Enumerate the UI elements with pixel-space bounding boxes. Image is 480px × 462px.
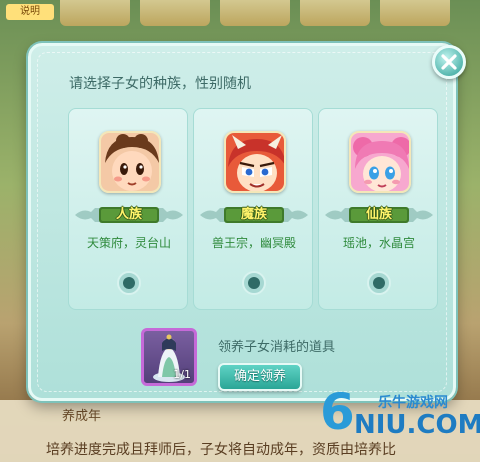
background-tab: [140, 0, 210, 26]
race-radio-demon[interactable]: [242, 271, 266, 295]
radio-dot: [373, 277, 385, 289]
radio-dot: [123, 277, 135, 289]
race-card-human[interactable]: 人族 天策府，灵台山: [68, 108, 188, 310]
race-location: 天策府，灵台山: [86, 236, 171, 250]
race-ribbon: 仙族: [325, 204, 433, 226]
immortal-child-avatar: [349, 131, 411, 193]
adoption-item-slot[interactable]: 1/1: [141, 328, 197, 386]
background-caption: 养成年: [62, 409, 102, 424]
background-tabs: [0, 0, 480, 40]
race-ribbon: 魔族: [200, 204, 308, 226]
background-tab: [380, 0, 450, 26]
background-tab: [300, 0, 370, 26]
race-location: 瑶池，水晶宫: [342, 236, 415, 250]
watermark-cn: 乐牛游戏网: [378, 395, 448, 411]
item-description: 领养子女消耗的道具: [218, 340, 336, 355]
item-count: 1/1: [173, 368, 191, 381]
race-card-immortal[interactable]: 仙族 瑶池，水晶宫: [318, 108, 438, 310]
race-cards: 人族 天策府，灵台山 魔族 兽王宗，幽冥殿 仙族 瑶池，水晶宫: [68, 108, 438, 310]
race-name: 仙族: [365, 207, 392, 222]
race-radio-immortal[interactable]: [367, 271, 391, 295]
close-button[interactable]: [432, 45, 466, 79]
radio-dot: [248, 277, 260, 289]
dialog-title: 请选择子女的种族，性别随机: [69, 76, 251, 92]
human-child-avatar: [99, 131, 161, 193]
race-ribbon: 人族: [75, 204, 183, 226]
watermark-digit: 6: [320, 383, 355, 441]
race-name: 人族: [115, 207, 142, 222]
confirm-adopt-button[interactable]: 确定领养: [218, 363, 302, 391]
race-radio-human[interactable]: [117, 271, 141, 295]
background-tab: [220, 0, 290, 26]
close-icon: [441, 54, 457, 70]
watermark-en: NIU.COM: [354, 410, 480, 440]
race-location: 兽王宗，幽冥殿: [211, 236, 296, 250]
background-tab: [60, 0, 130, 26]
race-name: 魔族: [240, 207, 267, 222]
race-card-demon[interactable]: 魔族 兽王宗，幽冥殿: [193, 108, 313, 310]
background-tag: 说明: [6, 4, 54, 20]
demon-child-avatar: [224, 131, 286, 193]
adopt-child-dialog: 请选择子女的种族，性别随机 人族 天策府，灵台山 魔族 兽王宗，幽冥殿 仙族 瑶…: [28, 43, 456, 401]
site-watermark: 6 乐牛游戏网 NIU.COM: [320, 384, 480, 446]
